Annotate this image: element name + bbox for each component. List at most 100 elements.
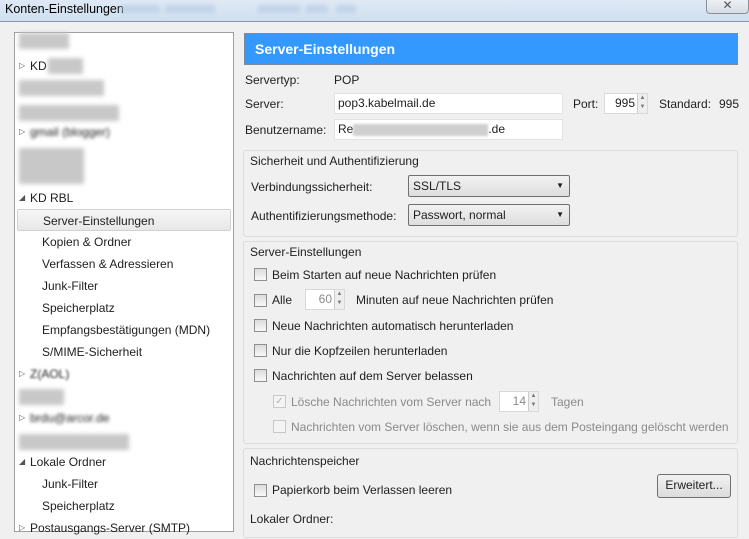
tree-item-junk-filter[interactable]: Junk-Filter bbox=[15, 275, 233, 297]
tree-account-kd[interactable]: ▷ KD bbox=[15, 55, 233, 77]
username-label: Benutzername: bbox=[245, 123, 327, 137]
tree-account-brdu[interactable]: ▷ brdu@arcor.de bbox=[15, 407, 233, 429]
standard-port-value: 995 bbox=[719, 97, 740, 111]
tree-label: Junk-Filter bbox=[42, 279, 99, 293]
tree-item-server-einstellungen[interactable]: Server-Einstellungen bbox=[17, 209, 231, 231]
tree-item-speicherplatz[interactable]: Speicherplatz bbox=[15, 297, 233, 319]
conn-security-select[interactable]: SSL/TLS ▼ bbox=[408, 175, 570, 197]
check-every-checkbox[interactable] bbox=[254, 294, 267, 307]
port-stepper[interactable]: 995 ▲ ▼ bbox=[604, 93, 648, 114]
tree-item-local-speicherplatz[interactable]: Speicherplatz bbox=[15, 495, 233, 517]
blurred-item bbox=[19, 33, 69, 49]
username-input[interactable]: Re .de bbox=[334, 119, 563, 140]
port-label: Port: bbox=[573, 97, 599, 111]
title-bar: Konten-Einstellungen ✕ bbox=[0, 0, 749, 22]
days-label: Tagen bbox=[551, 395, 584, 409]
auth-method-value: Passwort, normal bbox=[413, 208, 506, 222]
spinner-arrows-icon[interactable]: ▲ ▼ bbox=[528, 392, 538, 411]
redacted-text bbox=[353, 123, 489, 136]
blurred-text bbox=[48, 58, 83, 74]
tree-label: Junk-Filter bbox=[42, 477, 99, 491]
username-prefix: Re bbox=[338, 122, 354, 136]
tree-account-aol[interactable]: ▷ Z(AOL) bbox=[15, 363, 233, 385]
delete-after-checkbox[interactable]: ✓ bbox=[273, 395, 286, 408]
security-legend: Sicherheit und Authentifizierung bbox=[250, 154, 419, 168]
local-folder-label: Lokaler Ordner: bbox=[250, 512, 334, 526]
username-suffix: .de bbox=[488, 122, 506, 136]
headers-only-checkbox[interactable] bbox=[254, 344, 267, 357]
empty-trash-checkbox[interactable] bbox=[254, 484, 267, 497]
server-settings-legend: Server-Einstellungen bbox=[250, 245, 362, 259]
account-tree[interactable]: ▷ KD ▷ gmail (blogger) ◢ KD RBL Server-Eins… bbox=[14, 32, 234, 535]
expand-icon[interactable]: ▷ bbox=[19, 55, 25, 77]
days-value: 14 bbox=[512, 394, 526, 408]
tree-item-kopien-ordner[interactable]: Kopien & Ordner bbox=[15, 231, 233, 253]
blurred-item bbox=[19, 389, 64, 405]
blurred-item bbox=[19, 80, 104, 96]
leave-on-server-label: Nachrichten auf dem Server belassen bbox=[272, 369, 473, 383]
tree-item-verfassen[interactable]: Verfassen & Adressieren bbox=[15, 253, 233, 275]
check-every-label: Alle bbox=[272, 293, 293, 307]
expand-icon[interactable]: ▷ bbox=[19, 121, 25, 143]
conn-security-value: SSL/TLS bbox=[413, 179, 462, 193]
dropdown-arrow-icon: ▼ bbox=[556, 181, 564, 190]
blurred-item bbox=[19, 434, 129, 450]
expand-icon[interactable]: ▷ bbox=[19, 517, 25, 539]
tree-label: Speicherplatz bbox=[42, 499, 115, 513]
headers-only-label: Nur die Kopfzeilen herunterladen bbox=[272, 344, 448, 358]
expand-icon[interactable]: ▷ bbox=[19, 363, 25, 385]
auth-method-label: Authentifizierungsmethode: bbox=[251, 209, 397, 223]
standard-label: Standard: bbox=[659, 97, 712, 111]
delete-when-label: Nachrichten vom Server löschen, wenn sie… bbox=[291, 420, 729, 434]
blurred-menu bbox=[165, 5, 215, 13]
tree-item-smtp[interactable]: ▷ Postausgangs-Server (SMTP) bbox=[15, 517, 233, 539]
server-label: Server: bbox=[245, 97, 284, 111]
collapse-icon[interactable]: ◢ bbox=[19, 187, 25, 209]
tree-account-kd-rbl[interactable]: ◢ KD RBL bbox=[15, 187, 233, 209]
tree-account-lokale-ordner[interactable]: ◢ Lokale Ordner bbox=[15, 451, 233, 473]
blurred-menu bbox=[306, 5, 328, 13]
tree-account-gmail[interactable]: ▷ gmail (blogger) bbox=[15, 121, 233, 143]
auth-method-select[interactable]: Passwort, normal ▼ bbox=[408, 204, 570, 226]
collapse-icon[interactable]: ◢ bbox=[19, 451, 25, 473]
check-start-checkbox[interactable] bbox=[254, 268, 267, 281]
tree-label: Kopien & Ordner bbox=[42, 235, 132, 249]
advanced-button[interactable]: Erweitert... bbox=[657, 474, 731, 498]
check-start-label: Beim Starten auf neue Nachrichten prüfen bbox=[272, 268, 497, 282]
close-button[interactable]: ✕ bbox=[706, 0, 749, 14]
tree-label: gmail (blogger) bbox=[30, 125, 111, 139]
server-input[interactable]: pop3.kabelmail.de bbox=[334, 93, 563, 114]
window-title: Konten-Einstellungen bbox=[5, 2, 124, 16]
days-stepper[interactable]: 14 ▲ ▼ bbox=[499, 391, 539, 412]
blurred-item bbox=[19, 105, 119, 121]
storage-legend: Nachrichtenspeicher bbox=[250, 454, 360, 468]
servertype-label: Servertyp: bbox=[245, 73, 300, 87]
tree-label: Postausgangs-Server (SMTP) bbox=[30, 521, 191, 535]
tree-item-smime[interactable]: S/MIME-Sicherheit bbox=[15, 341, 233, 363]
tree-label: Z(AOL) bbox=[30, 367, 70, 381]
tree-item-mdn[interactable]: Empfangsbestätigungen (MDN) bbox=[15, 319, 233, 341]
auto-download-label: Neue Nachrichten automatisch herunterlad… bbox=[272, 319, 514, 333]
tree-label: Verfassen & Adressieren bbox=[42, 257, 174, 271]
dropdown-arrow-icon: ▼ bbox=[556, 210, 564, 219]
minutes-stepper[interactable]: 60 ▲ ▼ bbox=[305, 289, 345, 310]
blurred-menu bbox=[258, 5, 300, 13]
spinner-arrows-icon[interactable]: ▲ ▼ bbox=[334, 290, 344, 309]
tree-label: KD bbox=[30, 59, 47, 73]
conn-security-label: Verbindungssicherheit: bbox=[251, 180, 373, 194]
delete-when-checkbox[interactable] bbox=[273, 420, 286, 433]
tree-label: Empfangsbestätigungen (MDN) bbox=[42, 323, 211, 337]
minutes-value: 60 bbox=[318, 292, 332, 306]
leave-on-server-checkbox[interactable] bbox=[254, 369, 267, 382]
auto-download-checkbox[interactable] bbox=[254, 319, 267, 332]
port-value: 995 bbox=[614, 96, 635, 110]
tree-item-local-junk-filter[interactable]: Junk-Filter bbox=[15, 473, 233, 495]
delete-after-label: Lösche Nachrichten vom Server nach bbox=[291, 395, 492, 409]
spinner-arrows-icon[interactable]: ▲ ▼ bbox=[637, 94, 647, 113]
tree-label: S/MIME-Sicherheit bbox=[42, 345, 143, 359]
tree-label: Speicherplatz bbox=[42, 301, 115, 315]
minutes-label: Minuten auf neue Nachrichten prüfen bbox=[356, 293, 554, 307]
tree-label: KD RBL bbox=[30, 191, 74, 205]
expand-icon[interactable]: ▷ bbox=[19, 407, 25, 429]
page-title: Server-Einstellungen bbox=[244, 33, 738, 65]
